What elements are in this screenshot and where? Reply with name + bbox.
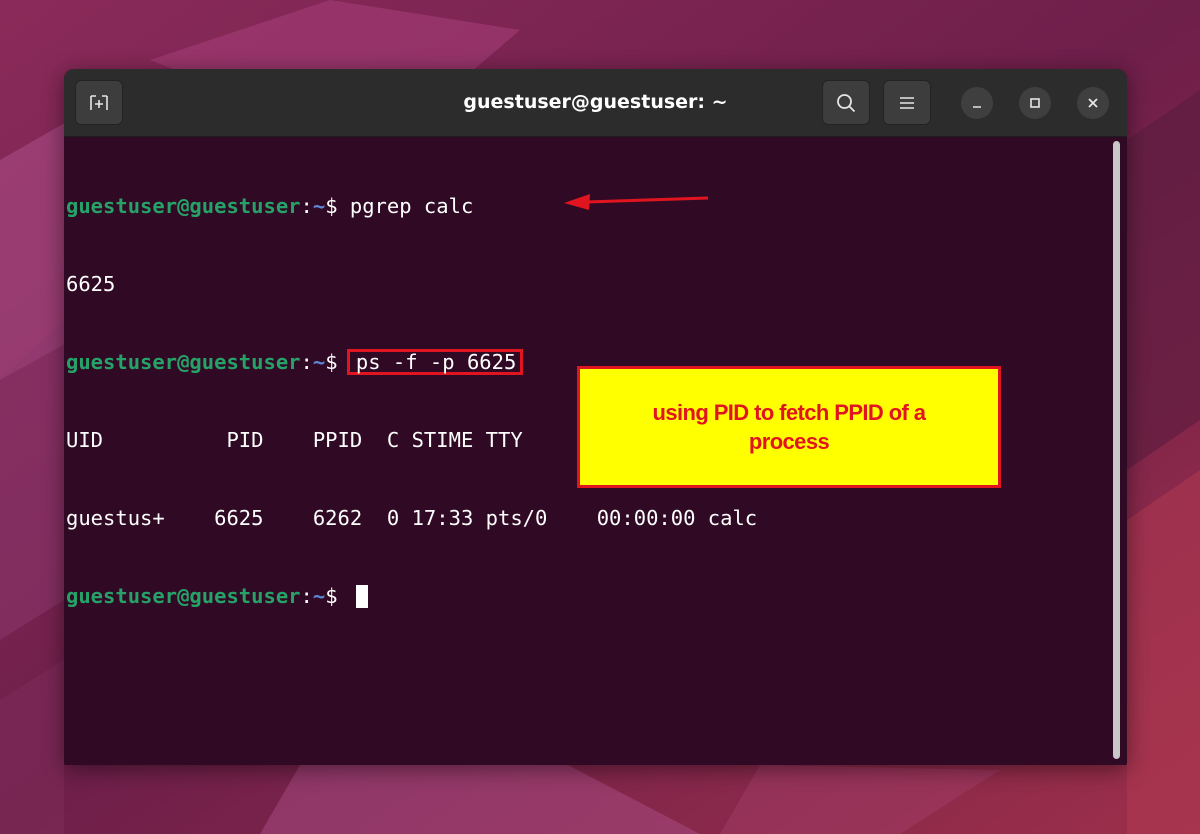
terminal-line: 6625	[66, 271, 1106, 297]
prompt-path: ~	[312, 584, 326, 608]
output-row: guestus+ 6625 6262 0 17:33 pts/0 00:00:0…	[66, 506, 758, 530]
annotation-callout: using PID to fetch PPID of a process	[577, 366, 1001, 488]
new-tab-button[interactable]	[75, 80, 123, 125]
prompt-separator: :	[300, 350, 313, 374]
hamburger-menu-icon	[900, 96, 914, 109]
text-cursor	[355, 585, 368, 608]
close-button[interactable]	[1077, 87, 1109, 119]
prompt-separator: :	[300, 584, 313, 608]
prompt-user: guestuser@guestuser	[66, 350, 301, 374]
prompt-user: guestuser@guestuser	[66, 194, 301, 218]
prompt-separator: :	[300, 194, 313, 218]
maximize-button[interactable]	[1019, 87, 1051, 119]
minimize-icon	[973, 106, 981, 108]
title-bar: guestuser@guestuser: ~	[64, 69, 1127, 137]
search-icon	[837, 93, 856, 112]
menu-button[interactable]	[883, 80, 931, 125]
annotation-text: using PID to fetch PPID of a process	[652, 400, 926, 454]
output-text: 6625	[66, 272, 116, 296]
new-tab-icon	[90, 94, 108, 110]
close-icon	[1088, 98, 1098, 108]
prompt-user: guestuser@guestuser	[66, 584, 301, 608]
prompt-symbol: $	[325, 584, 350, 608]
terminal-line: guestus+ 6625 6262 0 17:33 pts/0 00:00:0…	[66, 505, 1106, 531]
prompt-path: ~	[312, 194, 326, 218]
terminal-line: guestuser@guestuser:~$	[66, 583, 1106, 609]
prompt-path: ~	[312, 350, 326, 374]
minimize-button[interactable]	[961, 87, 993, 119]
search-button[interactable]	[822, 80, 870, 125]
command-text: pgrep calc	[349, 194, 474, 218]
arrow-annotation-icon	[564, 194, 709, 210]
maximize-icon	[1030, 98, 1040, 108]
prompt-symbol: $	[325, 194, 350, 218]
highlighted-command: ps -f -p 6625	[346, 349, 524, 375]
scrollbar[interactable]	[1113, 141, 1120, 759]
